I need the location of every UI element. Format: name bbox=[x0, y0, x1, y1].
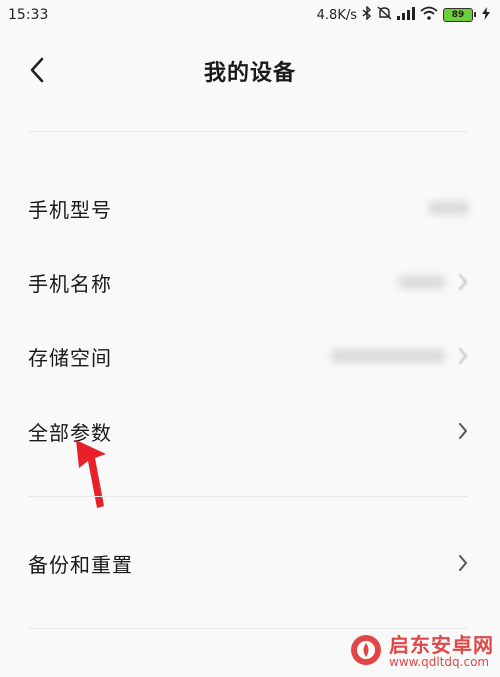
watermark-text: 启东安卓网 www.qdltdq.com bbox=[389, 634, 494, 669]
row-value bbox=[456, 421, 470, 441]
status-time: 15:33 bbox=[8, 7, 49, 23]
chevron-right-icon bbox=[456, 346, 470, 366]
row-value bbox=[428, 201, 470, 215]
blurred-value bbox=[428, 201, 470, 215]
row-value bbox=[330, 346, 470, 366]
status-icons: 4.8K/s 89 bbox=[316, 5, 490, 24]
watermark-logo-icon bbox=[349, 633, 383, 671]
battery-icon: 89 bbox=[443, 8, 476, 22]
blurred-value bbox=[330, 349, 446, 363]
mute-icon bbox=[377, 6, 392, 24]
row-phone-name[interactable]: 手机名称 bbox=[0, 252, 500, 312]
wifi-icon bbox=[420, 6, 438, 24]
status-bar: 15:33 4.8K/s 89 bbox=[0, 0, 500, 30]
row-storage[interactable]: 存储空间 bbox=[0, 326, 500, 386]
divider bbox=[28, 131, 468, 132]
signal-icon bbox=[397, 6, 415, 24]
bluetooth-icon bbox=[362, 5, 372, 24]
row-label: 手机名称 bbox=[28, 271, 112, 296]
header: 我的设备 bbox=[0, 45, 500, 95]
chevron-right-icon bbox=[456, 272, 470, 292]
chevron-right-icon bbox=[456, 553, 470, 573]
charging-icon bbox=[482, 6, 490, 24]
row-label: 手机型号 bbox=[28, 197, 112, 222]
divider bbox=[28, 496, 468, 497]
page: 15:33 4.8K/s 89 我的设备 手机型号 手机名称 存储空间 全部参数… bbox=[0, 0, 500, 677]
row-label: 存储空间 bbox=[28, 345, 112, 370]
row-phone-model[interactable]: 手机型号 bbox=[0, 178, 500, 238]
red-arrow-icon bbox=[66, 438, 116, 514]
watermark-brand: 启东安卓网 bbox=[389, 633, 494, 658]
divider bbox=[28, 628, 468, 629]
battery-level: 89 bbox=[451, 10, 465, 20]
row-value bbox=[456, 553, 470, 573]
row-backup-reset[interactable]: 备份和重置 bbox=[0, 533, 500, 593]
page-title: 我的设备 bbox=[203, 61, 296, 86]
watermark: 启东安卓网 www.qdltdq.com bbox=[349, 633, 494, 671]
watermark-url: www.qdltdq.com bbox=[389, 655, 490, 670]
row-label: 备份和重置 bbox=[28, 552, 133, 577]
blurred-value bbox=[398, 275, 446, 289]
chevron-right-icon bbox=[456, 421, 470, 441]
network-speed: 4.8K/s bbox=[316, 7, 357, 23]
row-value bbox=[398, 272, 470, 292]
